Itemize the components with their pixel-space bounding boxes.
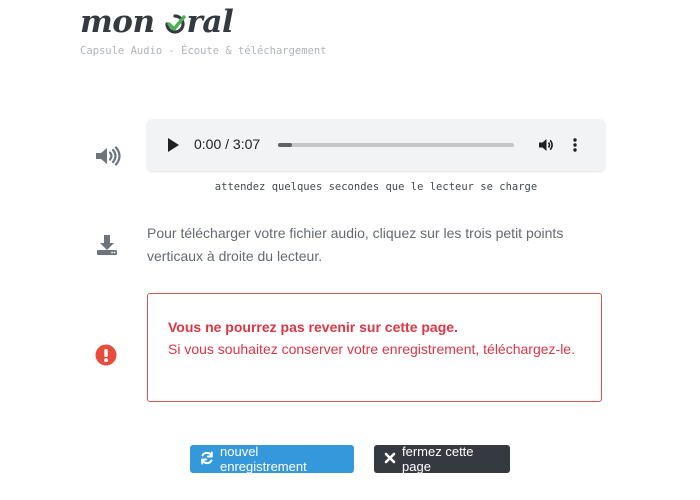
- more-options-icon[interactable]: [572, 137, 578, 158]
- audio-player[interactable]: 0:00 / 3:07: [147, 119, 605, 171]
- player-time: 0:00 / 3:07: [194, 136, 261, 152]
- player-loading-hint: attendez quelques secondes que le lecteu…: [214, 181, 538, 193]
- warning-alert: Vous ne pourrez pas revenir sur cette pa…: [147, 293, 602, 402]
- logo-text-ral: ral: [186, 4, 234, 40]
- logo-text-mon: mon: [80, 4, 155, 40]
- refresh-icon: [200, 451, 214, 468]
- download-instructions: Pour télécharger votre fichier audio, cl…: [147, 225, 564, 264]
- mute-icon[interactable]: [538, 137, 554, 158]
- logo-check-o-icon: [164, 13, 186, 35]
- seek-bar[interactable]: [278, 143, 514, 147]
- tagline: Capsule Audio - Écoute & téléchargement: [80, 45, 327, 57]
- alert-title: Vous ne pourrez pas revenir sur cette pa…: [168, 319, 458, 335]
- download-icon: [96, 234, 118, 261]
- volume-icon: [94, 145, 122, 172]
- seek-bar-progress: [278, 143, 293, 147]
- exclamation-icon: [95, 344, 117, 371]
- close-page-button[interactable]: fermez cette page: [374, 444, 510, 474]
- play-icon[interactable]: [167, 138, 179, 157]
- alert-message: Si vous souhaitez conserver votre enregi…: [168, 341, 575, 357]
- times-icon: [384, 452, 396, 467]
- close-page-label: fermez cette page: [402, 444, 474, 474]
- new-recording-button[interactable]: nouvel enregistrement: [190, 444, 354, 474]
- new-recording-label: nouvel enregistrement: [220, 444, 307, 474]
- logo: mon ral: [80, 4, 234, 40]
